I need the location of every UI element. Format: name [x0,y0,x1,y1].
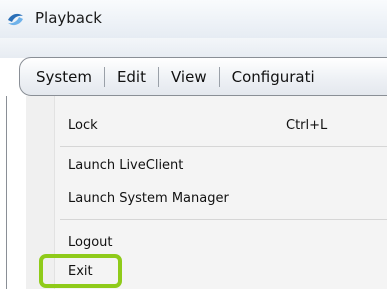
window-title: Playback [35,9,102,27]
menu-edit[interactable]: Edit [105,64,158,90]
menu-divider [60,219,387,220]
menu-item-lock[interactable]: Lock [68,118,98,133]
window-frame [0,38,387,58]
menu-system[interactable]: System [20,64,104,90]
menu-configuration[interactable]: Configurati [220,64,327,90]
menu-view[interactable]: View [159,64,219,90]
lock-shortcut: Ctrl+L [286,118,328,133]
menu-item-launch-liveclient[interactable]: Launch LiveClient [68,158,183,173]
window-titlebar: Playback [0,0,387,39]
exit-highlight-box [39,254,122,288]
menu-item-launch-system-manager[interactable]: Launch System Manager [68,191,229,206]
playback-app-icon [8,13,23,26]
menu-item-logout[interactable]: Logout [68,235,113,250]
window-left-border [6,96,7,289]
menu-divider [60,146,387,147]
menu-bar: System Edit View Configurati [19,57,387,96]
